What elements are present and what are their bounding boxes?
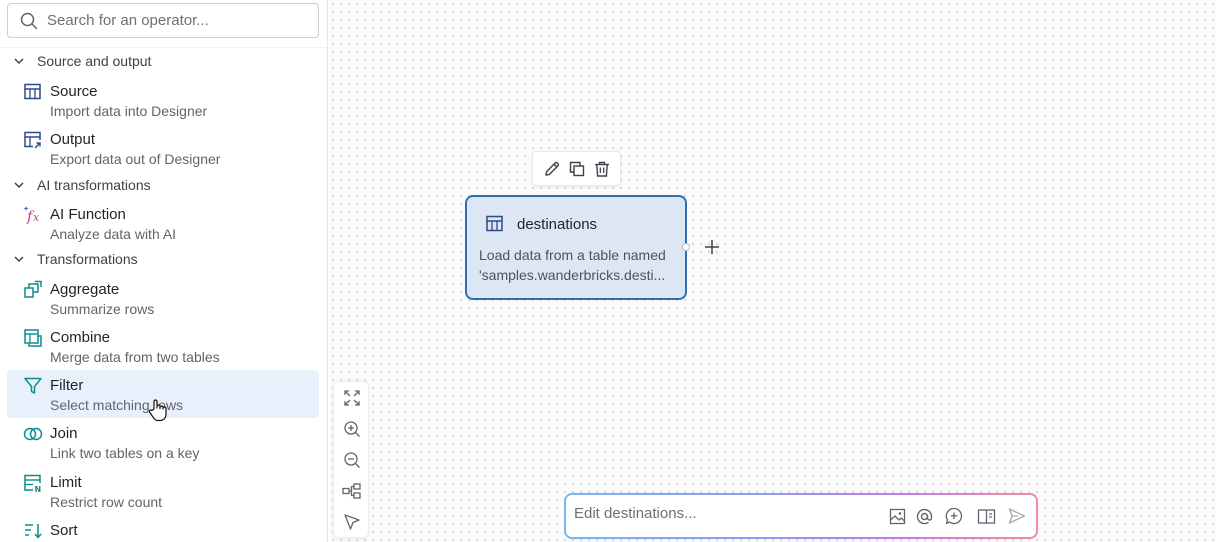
operator-description: Import data into Designer — [50, 103, 208, 119]
svg-text:N: N — [35, 485, 42, 493]
delete-node-button[interactable] — [591, 158, 613, 180]
attach-image-button[interactable] — [887, 506, 907, 526]
image-icon — [889, 508, 905, 524]
operator-search[interactable] — [7, 3, 319, 38]
plus-icon — [705, 240, 719, 254]
search-icon — [20, 12, 38, 30]
operator-title: Limit — [50, 474, 82, 491]
zoom-in-icon — [344, 421, 360, 437]
fit-view-button[interactable] — [341, 387, 363, 409]
add-comment-button[interactable] — [944, 506, 964, 526]
pointer-icon — [344, 514, 360, 530]
filter-icon — [24, 377, 42, 394]
node-description-line: 'samples.wanderbricks.desti... — [479, 267, 666, 283]
operator-description: Link two tables on a key — [50, 445, 200, 461]
output-icon — [24, 131, 41, 149]
join-icon — [23, 427, 43, 441]
operator-limit[interactable]: N Limit Restrict row count — [7, 467, 319, 515]
operator-description: Merge data from two tables — [50, 349, 220, 365]
operator-title: Sort — [50, 522, 78, 539]
sort-icon — [25, 524, 42, 539]
operator-title: Source — [50, 83, 98, 100]
operator-title: Aggregate — [50, 281, 120, 298]
chevron-down-icon — [14, 182, 24, 189]
duplicate-node-button[interactable] — [566, 158, 588, 180]
operator-title: Output — [50, 131, 96, 148]
limit-icon: N — [24, 474, 42, 493]
search-input[interactable] — [47, 12, 297, 29]
assistant-input-box — [564, 493, 1038, 539]
operator-sort[interactable]: Sort — [7, 515, 319, 542]
operator-join[interactable]: Join Link two tables on a key — [7, 418, 319, 466]
operator-source[interactable]: Source Import data into Designer — [7, 76, 319, 124]
aggregate-icon — [24, 280, 42, 298]
send-icon — [1008, 508, 1026, 524]
auto-layout-button[interactable] — [341, 480, 363, 502]
section-label: Source and output — [37, 53, 152, 69]
zoom-out-button[interactable] — [341, 449, 363, 471]
node-destinations[interactable]: destinations Load data from a table name… — [465, 195, 687, 300]
node-output-handle[interactable] — [682, 243, 690, 251]
operator-title: Filter — [50, 377, 84, 394]
operator-title: Combine — [50, 329, 111, 346]
expand-icon — [344, 390, 360, 406]
section-source-and-output[interactable]: Source and output — [0, 50, 327, 72]
edit-node-button[interactable] — [541, 158, 563, 180]
side-panel-button[interactable] — [976, 506, 996, 526]
ai-function-icon: f x — [23, 206, 40, 225]
add-node-button[interactable] — [701, 236, 723, 258]
svg-text:x: x — [33, 211, 40, 224]
send-button[interactable] — [1007, 506, 1027, 526]
copy-icon — [569, 161, 584, 176]
section-ai-transformations[interactable]: AI transformations — [0, 174, 327, 196]
node-title: destinations — [517, 216, 598, 233]
section-label: Transformations — [37, 251, 138, 267]
operator-ai-function[interactable]: f x AI Function Analyze data with AI — [7, 199, 319, 247]
operator-description: Summarize rows — [50, 301, 155, 317]
operator-title: Join — [50, 425, 78, 442]
operator-panel: Source and output Source Import data int… — [0, 0, 328, 542]
node-description-line: Load data from a table named — [479, 247, 666, 263]
select-tool-button[interactable] — [341, 511, 363, 533]
section-label: AI transformations — [37, 177, 151, 193]
operator-title: AI Function — [50, 206, 126, 223]
section-transformations[interactable]: Transformations — [0, 248, 327, 270]
chevron-down-icon — [14, 58, 24, 65]
operator-output[interactable]: Output Export data out of Designer — [7, 124, 319, 172]
at-icon — [916, 508, 932, 524]
chevron-down-icon — [14, 256, 24, 263]
book-icon — [977, 508, 995, 524]
comment-plus-icon — [945, 507, 963, 525]
assistant-input[interactable] — [574, 505, 874, 522]
pipeline-canvas[interactable] — [329, 0, 1216, 542]
layout-icon — [342, 483, 361, 499]
zoom-in-button[interactable] — [341, 418, 363, 440]
operator-description: Analyze data with AI — [50, 226, 177, 242]
zoom-out-icon — [344, 452, 360, 468]
combine-icon — [24, 329, 42, 347]
divider — [0, 47, 327, 48]
table-icon — [484, 213, 506, 235]
operator-combine[interactable]: Combine Merge data from two tables — [7, 322, 319, 370]
canvas-controls — [333, 381, 369, 538]
pencil-icon — [544, 161, 559, 176]
hand-cursor-icon — [148, 399, 167, 422]
node-toolbar — [532, 151, 621, 186]
operator-description: Restrict row count — [50, 494, 163, 510]
trash-icon — [594, 161, 609, 177]
node-description: Load data from a table named 'samples.wa… — [479, 245, 677, 285]
operator-aggregate[interactable]: Aggregate Summarize rows — [7, 274, 319, 322]
mention-button[interactable] — [914, 506, 934, 526]
operator-description: Export data out of Designer — [50, 151, 221, 167]
table-icon — [24, 83, 41, 100]
